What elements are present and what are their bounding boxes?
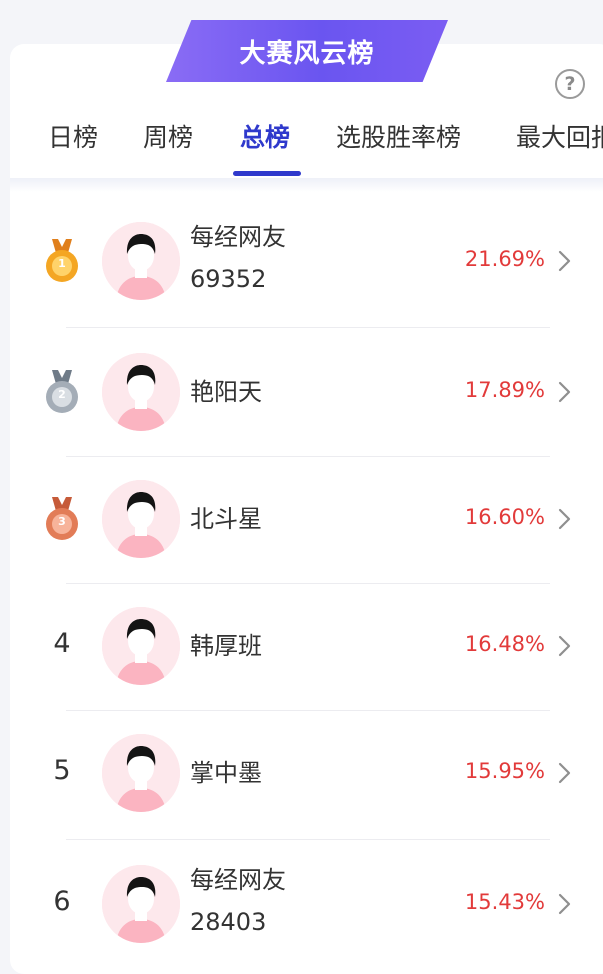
user-id: 28403	[190, 908, 267, 936]
chevron-right-icon[interactable]	[556, 892, 572, 916]
tab-weekly[interactable]: 周榜	[143, 118, 193, 160]
user-name: 每经网友	[190, 223, 286, 251]
win-rate: 15.43%	[464, 890, 545, 914]
avatar	[102, 353, 180, 431]
avatar	[102, 222, 180, 300]
avatar	[102, 480, 180, 558]
win-rate: 16.60%	[464, 505, 545, 529]
question-circle-icon[interactable]: ?	[555, 69, 585, 99]
user-name: 掌中墨	[190, 759, 262, 787]
ranking-row[interactable]: 5 掌中墨 15.95%	[0, 709, 603, 837]
gold-medal-icon: 1	[44, 239, 80, 283]
bronze-medal-icon: 3	[44, 497, 80, 541]
chevron-right-icon[interactable]	[556, 761, 572, 785]
silver-medal-icon: 2	[44, 370, 80, 414]
rank-number: 6	[53, 886, 71, 917]
rank-number: 4	[53, 628, 71, 659]
active-tab-indicator	[233, 171, 301, 176]
chevron-right-icon[interactable]	[556, 634, 572, 658]
user-name: 每经网友	[190, 866, 286, 894]
win-rate: 16.48%	[464, 632, 545, 656]
tab-daily[interactable]: 日榜	[48, 118, 98, 160]
win-rate: 15.95%	[464, 759, 545, 783]
avatar	[102, 734, 180, 812]
avatar	[102, 607, 180, 685]
user-id: 69352	[190, 265, 267, 293]
tab-bar: 日榜 周榜 总榜 选股胜率榜 最大回报榜	[0, 108, 603, 174]
ranking-row[interactable]: 4 韩厚班 16.48%	[0, 582, 603, 710]
chevron-right-icon[interactable]	[556, 507, 572, 531]
tab-max-return[interactable]: 最大回报榜	[516, 118, 603, 160]
ranking-row[interactable]: 1 69352 每经网友 21.69%	[0, 197, 603, 325]
ranking-row[interactable]: 2 艳阳天 17.89%	[0, 328, 603, 456]
chevron-right-icon[interactable]	[556, 249, 572, 273]
tabs-divider	[10, 178, 603, 192]
chevron-right-icon[interactable]	[556, 380, 572, 404]
user-name: 韩厚班	[190, 632, 262, 660]
win-rate: 17.89%	[464, 378, 545, 402]
avatar	[102, 865, 180, 943]
user-name: 艳阳天	[190, 378, 262, 406]
user-name: 北斗星	[190, 505, 262, 533]
medal-rank-label: 2	[58, 388, 66, 401]
ranking-row[interactable]: 6 28403 每经网友 15.43%	[0, 840, 603, 968]
ranking-row[interactable]: 3 北斗星 16.60%	[0, 455, 603, 583]
tab-win-rate[interactable]: 选股胜率榜	[336, 118, 461, 160]
page-title: 大赛风云榜	[166, 20, 448, 82]
medal-rank-label: 1	[58, 257, 66, 270]
win-rate: 21.69%	[464, 247, 545, 271]
rank-number: 5	[53, 755, 71, 786]
tab-overall[interactable]: 总榜	[240, 118, 290, 160]
medal-rank-label: 3	[58, 515, 66, 528]
